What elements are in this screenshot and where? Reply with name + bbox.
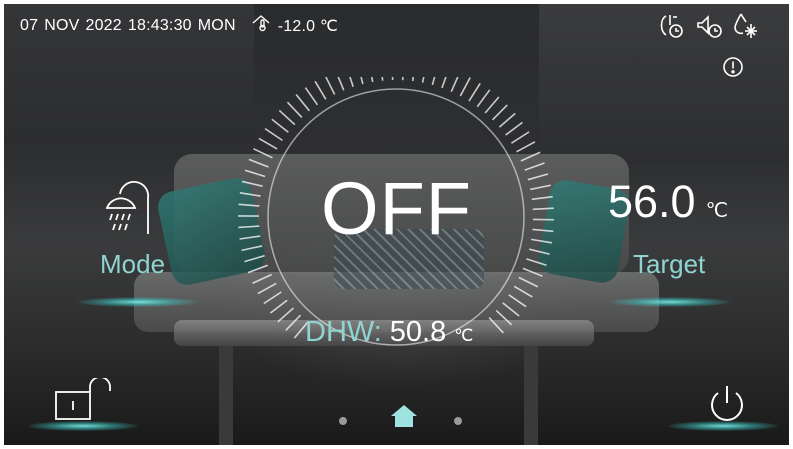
dial-tick — [441, 77, 447, 89]
dial-tick — [258, 137, 278, 150]
dial-tick — [278, 109, 296, 126]
dial-tick — [476, 89, 491, 108]
dial-tick — [337, 77, 345, 91]
target-unit: ℃ — [705, 200, 729, 222]
dial-tick — [244, 254, 265, 263]
dial-tick — [381, 77, 384, 81]
dial-tick — [524, 162, 545, 171]
dial-tick — [263, 291, 282, 305]
dial-tick — [491, 104, 508, 121]
dial-tick — [450, 77, 459, 92]
dial-tick — [285, 314, 302, 331]
outdoor-temperature: -12.0 ℃ — [252, 14, 338, 37]
dial-tick — [520, 151, 541, 162]
dial-tick — [495, 309, 513, 326]
dial-tick — [513, 285, 533, 298]
timer-heat-icon — [657, 11, 687, 41]
dial-tick — [257, 282, 277, 295]
dial-tick — [286, 101, 303, 119]
defrost-icon — [733, 11, 759, 41]
dial-tick — [248, 158, 269, 168]
outdoor-temperature-value: -12.0 ℃ — [277, 17, 339, 35]
dial-tick — [360, 77, 364, 85]
dial-tick — [295, 94, 311, 112]
dial-tick — [488, 316, 504, 334]
dial-tick — [484, 96, 500, 114]
silent-timer-icon — [695, 11, 725, 41]
dhw-readout: DHW: 50.8 ℃ — [305, 316, 473, 349]
dhw-label: DHW: — [305, 316, 382, 348]
date-day: 07 — [20, 16, 39, 34]
status-bar: 07 NOV 2022 18:43:30 MON -12.0 ℃ — [20, 14, 338, 37]
home-icon[interactable] — [390, 404, 418, 433]
page-indicator — [338, 404, 468, 434]
dial-tick — [518, 276, 539, 288]
target-button[interactable]: Target — [633, 249, 705, 280]
dial-tick — [502, 302, 520, 317]
dial-tick — [522, 267, 543, 277]
shower-icon[interactable] — [103, 180, 155, 241]
target-temperature[interactable]: 56.0 ℃ — [608, 176, 728, 228]
dial-tick — [269, 299, 288, 314]
weekday: MON — [197, 16, 236, 34]
date-month: NOV — [44, 16, 80, 34]
dial-tick — [516, 141, 536, 153]
dial-tick — [314, 80, 327, 100]
dial-tick — [401, 77, 404, 81]
dial-tick — [304, 87, 319, 106]
dial-tick — [349, 77, 354, 88]
mode-glow — [78, 297, 198, 307]
target-glow — [610, 297, 730, 307]
dial-tick — [508, 294, 527, 308]
dial-tick — [264, 127, 283, 142]
dial-tick — [468, 82, 481, 102]
mode-button[interactable]: Mode — [100, 249, 165, 280]
dial-tick — [510, 131, 530, 144]
dial-tick — [271, 118, 289, 133]
background-table-leg — [219, 346, 233, 445]
dial-tick — [371, 77, 374, 83]
dial-tick — [252, 273, 272, 284]
target-value: 56.0 — [608, 176, 696, 227]
page-dot[interactable] — [454, 417, 462, 425]
dial-tick — [431, 77, 436, 86]
dial-tick — [324, 77, 336, 95]
dhw-unit: ℃ — [454, 326, 474, 345]
power-glow — [668, 421, 778, 431]
dial-tick — [253, 148, 273, 159]
dial-tick — [526, 258, 547, 267]
dial-tick — [241, 245, 263, 252]
page-dot[interactable] — [339, 417, 347, 425]
clock-time: 18:43:30 — [127, 16, 192, 34]
dial-tick — [459, 77, 471, 97]
dial-tick — [505, 121, 523, 136]
dial-tick — [528, 248, 550, 255]
dial-tick — [277, 307, 295, 323]
dial-tick — [391, 77, 394, 81]
status-icons — [657, 11, 759, 41]
dial-tick — [247, 264, 269, 274]
lock-glow — [28, 421, 138, 431]
dial-tick — [498, 112, 516, 128]
dial-tick — [421, 77, 425, 83]
dhw-value: 50.8 — [389, 316, 447, 348]
alarm-icon[interactable] — [722, 56, 744, 78]
date-year: 2022 — [85, 16, 122, 34]
unlock-icon[interactable] — [54, 376, 116, 427]
dial-tick — [411, 77, 414, 82]
outdoor-thermometer-icon — [252, 14, 272, 37]
